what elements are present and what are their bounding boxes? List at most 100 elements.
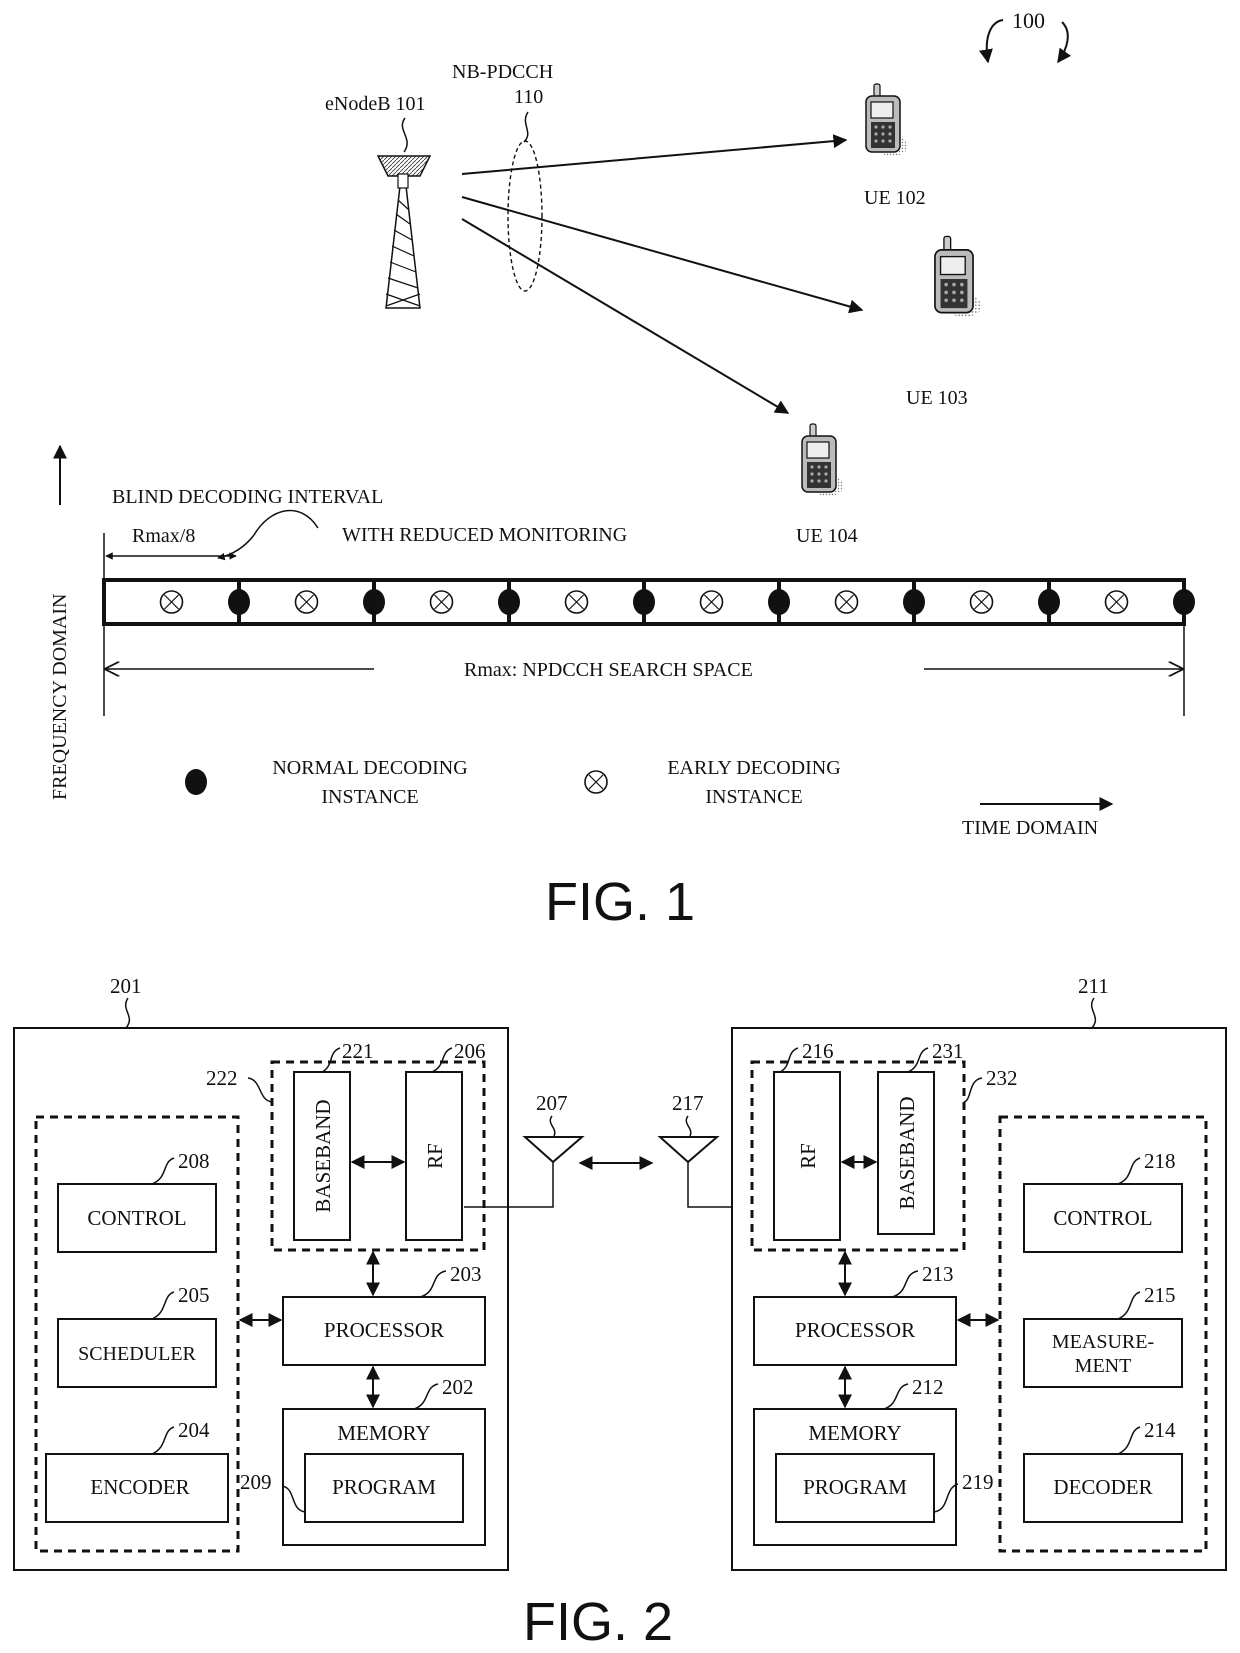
ue-102-label: UE 102 xyxy=(864,187,926,209)
ref-100-label: 100 xyxy=(1012,8,1045,33)
baseband-221-ref: 221 xyxy=(342,1039,374,1063)
normal-decoding-marker xyxy=(228,589,250,615)
device-211: 211 232 RF 216 BASEBAND 231 CONTROL 218 xyxy=(731,974,1227,1571)
early-decoding-marker xyxy=(969,590,994,614)
measurement-215-label-line2: MENT xyxy=(1075,1355,1132,1377)
blind-decoding-curve xyxy=(253,509,319,536)
ue-104-phone-icon xyxy=(801,423,845,497)
nbpdcch-ref: 110 xyxy=(514,86,543,108)
blind-decoding-pointer xyxy=(217,534,255,561)
program-219-ref: 219 xyxy=(962,1470,994,1494)
encoder-204-label: ENCODER xyxy=(90,1475,189,1499)
measurement-215-ref: 215 xyxy=(1144,1283,1176,1307)
fig1-caption: FIG. 1 xyxy=(545,872,695,932)
scheduler-205-label: SCHEDULER xyxy=(78,1343,196,1365)
enodeb-label: eNodeB 101 xyxy=(325,93,426,115)
memory-212-label: MEMORY xyxy=(808,1421,901,1445)
rf-group-222-ref: 222 xyxy=(206,1066,238,1090)
search-space-bar xyxy=(102,578,1195,626)
ref-100-arrow-left xyxy=(979,19,1004,64)
legend-normal-marker xyxy=(185,769,207,795)
processor-203-label: PROCESSOR xyxy=(324,1318,444,1342)
program-209-ref: 209 xyxy=(240,1470,272,1494)
normal-decoding-marker xyxy=(903,589,925,615)
blind-decoding-line2: WITH REDUCED MONITORING xyxy=(342,524,627,546)
legend-normal-line1: NORMAL DECODING xyxy=(272,757,467,779)
ue-103-label: UE 103 xyxy=(906,387,968,409)
rf-216-ref: 216 xyxy=(802,1039,834,1063)
normal-decoding-marker xyxy=(768,589,790,615)
encoder-204-ref: 204 xyxy=(178,1418,210,1442)
memory-212-ref: 212 xyxy=(912,1375,944,1399)
early-decoding-marker xyxy=(429,590,454,614)
early-decoding-marker xyxy=(834,590,859,614)
device-211-leader xyxy=(1090,997,1097,1029)
enodeb-leader xyxy=(401,117,408,153)
device-201: 201 222 BASEBAND 221 RF 206 CONTROL 208 xyxy=(13,974,509,1571)
normal-decoding-marker xyxy=(1173,589,1195,615)
processor-213-label: PROCESSOR xyxy=(795,1318,915,1342)
normal-decoding-marker xyxy=(363,589,385,615)
antenna-217-ref: 217 xyxy=(672,1091,704,1115)
fig2-caption: FIG. 2 xyxy=(523,1592,673,1652)
scheduler-205-ref: 205 xyxy=(178,1283,210,1307)
normal-decoding-marker xyxy=(633,589,655,615)
rf-group-232-ref: 232 xyxy=(986,1066,1018,1090)
memory-202-label: MEMORY xyxy=(337,1421,430,1445)
device-201-leader xyxy=(124,997,131,1029)
measurement-215-label-line1: MEASURE- xyxy=(1052,1331,1154,1353)
processor-203-ref: 203 xyxy=(450,1262,482,1286)
beam-to-ue-104 xyxy=(461,218,790,414)
antenna-207-ref: 207 xyxy=(536,1091,568,1115)
figure-1: 100 eNodeB 101 NB-PDCCH 110 UE 102 UE 10… xyxy=(49,8,1195,932)
rf-206-label: RF xyxy=(423,1143,447,1169)
enodeb-tower-icon xyxy=(376,155,432,309)
nbpdcch-leader xyxy=(523,111,529,143)
program-219-label: PROGRAM xyxy=(803,1475,907,1499)
antenna-217-icon xyxy=(657,1136,720,1164)
patent-figures: 100 eNodeB 101 NB-PDCCH 110 UE 102 UE 10… xyxy=(13,8,1227,1652)
rf-206-ref: 206 xyxy=(454,1039,486,1063)
device-211-ref: 211 xyxy=(1078,974,1109,998)
antenna-207-icon xyxy=(522,1136,585,1164)
antenna-207-leader xyxy=(549,1115,556,1137)
nbpdcch-ellipse xyxy=(507,140,543,292)
beam-to-ue-103 xyxy=(461,196,864,314)
control-208-label: CONTROL xyxy=(87,1206,186,1230)
antenna-217-leader xyxy=(685,1115,692,1137)
normal-decoding-marker xyxy=(498,589,520,615)
normal-decoding-marker xyxy=(1038,589,1060,615)
control-208-ref: 208 xyxy=(178,1149,210,1173)
ue-103-phone-icon xyxy=(934,235,983,318)
frequency-axis-label: FREQUENCY DOMAIN xyxy=(49,594,71,800)
ue-102-phone-icon xyxy=(865,83,909,157)
legend-early-marker xyxy=(584,770,608,794)
legend-early-line2: INSTANCE xyxy=(705,786,802,808)
processor-213-ref: 213 xyxy=(922,1262,954,1286)
rf-216-label: RF xyxy=(796,1143,820,1169)
early-decoding-marker xyxy=(294,590,319,614)
baseband-231-label: BASEBAND xyxy=(895,1096,919,1209)
rmax8-label: Rmax/8 xyxy=(132,525,195,547)
blind-decoding-line1: BLIND DECODING INTERVAL xyxy=(112,486,383,508)
ref-100-arrow-right xyxy=(1057,21,1072,64)
time-axis-label: TIME DOMAIN xyxy=(962,817,1098,839)
legend-early-line1: EARLY DECODING xyxy=(667,757,840,779)
decoder-214-ref: 214 xyxy=(1144,1418,1176,1442)
control-218-label: CONTROL xyxy=(1053,1206,1152,1230)
memory-202-ref: 202 xyxy=(442,1375,474,1399)
early-decoding-marker xyxy=(1104,590,1129,614)
early-decoding-marker xyxy=(159,590,184,614)
ue-104-label: UE 104 xyxy=(796,525,858,547)
baseband-221-label: BASEBAND xyxy=(311,1099,335,1212)
baseband-231-ref: 231 xyxy=(932,1039,964,1063)
early-decoding-marker xyxy=(699,590,724,614)
decoder-214-label: DECODER xyxy=(1053,1475,1152,1499)
program-209-label: PROGRAM xyxy=(332,1475,436,1499)
nbpdcch-label: NB-PDCCH xyxy=(452,61,553,83)
legend-normal-line2: INSTANCE xyxy=(321,786,418,808)
figure-2: 201 222 BASEBAND 221 RF 206 CONTROL 208 xyxy=(13,974,1227,1652)
early-decoding-marker xyxy=(564,590,589,614)
device-201-ref: 201 xyxy=(110,974,142,998)
control-218-ref: 218 xyxy=(1144,1149,1176,1173)
